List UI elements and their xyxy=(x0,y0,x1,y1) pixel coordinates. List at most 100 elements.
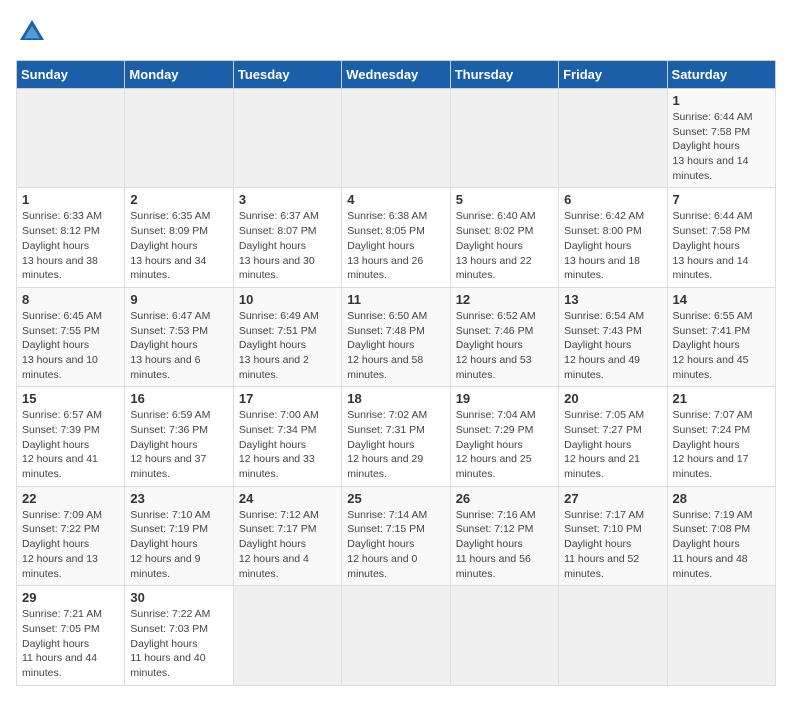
day-number: 13 xyxy=(564,292,661,307)
calendar-day-cell: 14 Sunrise: 6:55 AMSunset: 7:41 PMDayligh… xyxy=(667,287,775,386)
calendar-day-header: Wednesday xyxy=(342,61,450,89)
day-detail: Sunrise: 6:45 AMSunset: 7:55 PMDaylight … xyxy=(22,309,119,382)
day-number: 4 xyxy=(347,192,444,207)
day-detail: Sunrise: 7:07 AMSunset: 7:24 PMDaylight … xyxy=(673,408,770,481)
logo xyxy=(16,16,52,48)
calendar-day-cell: 22 Sunrise: 7:09 AMSunset: 7:22 PMDayligh… xyxy=(17,486,125,585)
day-number: 21 xyxy=(673,391,770,406)
calendar-day-cell: 2Sunrise: 6:35 AMSunset: 8:09 PMDaylight… xyxy=(125,188,233,287)
calendar-day-cell: 7Sunrise: 6:44 AMSunset: 7:58 PMDaylight… xyxy=(667,188,775,287)
day-number: 9 xyxy=(130,292,227,307)
calendar-day-cell: 15Sunrise: 6:57 AMSunset: 7:39 PMDayligh… xyxy=(17,387,125,486)
calendar-day-cell: 27Sunrise: 7:17 AMSunset: 7:10 PMDayligh… xyxy=(559,486,667,585)
day-detail: Sunrise: 6:37 AMSunset: 8:07 PMDaylight … xyxy=(239,209,336,282)
day-number: 11 xyxy=(347,292,444,307)
day-detail: Sunrise: 6:57 AMSunset: 7:39 PMDaylight … xyxy=(22,408,119,481)
calendar-day-cell: 12Sunrise: 6:52 AMSunset: 7:46 PMDayligh… xyxy=(450,287,558,386)
day-detail: Sunrise: 7:19 AMSunset: 7:08 PMDaylight … xyxy=(673,508,770,581)
day-detail: Sunrise: 6:52 AMSunset: 7:46 PMDaylight … xyxy=(456,309,553,382)
day-detail: Sunrise: 6:33 AMSunset: 8:12 PMDaylight … xyxy=(22,209,119,282)
day-detail: Sunrise: 7:02 AMSunset: 7:31 PMDaylight … xyxy=(347,408,444,481)
calendar-day-cell xyxy=(559,586,667,685)
day-number: 27 xyxy=(564,491,661,506)
calendar-day-cell: 11 Sunrise: 6:50 AMSunset: 7:48 PMDayligh… xyxy=(342,287,450,386)
day-number: 1 xyxy=(673,93,770,108)
day-number: 26 xyxy=(456,491,553,506)
day-number: 22 xyxy=(22,491,119,506)
calendar-day-cell: 17 Sunrise: 7:00 AMSunset: 7:34 PMDayligh… xyxy=(233,387,341,486)
calendar-day-cell: 5 Sunrise: 6:40 AMSunset: 8:02 PMDaylight… xyxy=(450,188,558,287)
calendar-day-cell: 28 Sunrise: 7:19 AMSunset: 7:08 PMDayligh… xyxy=(667,486,775,585)
day-detail: Sunrise: 7:22 AMSunset: 7:03 PMDaylight … xyxy=(130,607,227,680)
day-detail: Sunrise: 7:00 AMSunset: 7:34 PMDaylight … xyxy=(239,408,336,481)
day-number: 23 xyxy=(130,491,227,506)
calendar-day-cell xyxy=(233,89,341,188)
day-number: 24 xyxy=(239,491,336,506)
calendar-day-cell: 24 Sunrise: 7:12 AMSunset: 7:17 PMDayligh… xyxy=(233,486,341,585)
calendar-header-row: SundayMondayTuesdayWednesdayThursdayFrid… xyxy=(17,61,776,89)
calendar-day-cell: 23 Sunrise: 7:10 AMSunset: 7:19 PMDayligh… xyxy=(125,486,233,585)
calendar-day-cell: 25Sunrise: 7:14 AMSunset: 7:15 PMDayligh… xyxy=(342,486,450,585)
calendar-day-cell: 8 Sunrise: 6:45 AMSunset: 7:55 PMDaylight… xyxy=(17,287,125,386)
logo-icon xyxy=(16,16,48,48)
calendar-week-row: 22 Sunrise: 7:09 AMSunset: 7:22 PMDayligh… xyxy=(17,486,776,585)
calendar-day-cell xyxy=(342,586,450,685)
day-number: 10 xyxy=(239,292,336,307)
day-detail: Sunrise: 6:42 AMSunset: 8:00 PMDaylight … xyxy=(564,209,661,282)
calendar-day-cell: 21 Sunrise: 7:07 AMSunset: 7:24 PMDayligh… xyxy=(667,387,775,486)
calendar-day-cell xyxy=(17,89,125,188)
calendar-day-header: Sunday xyxy=(17,61,125,89)
day-detail: Sunrise: 6:47 AMSunset: 7:53 PMDaylight … xyxy=(130,309,227,382)
day-number: 6 xyxy=(564,192,661,207)
day-number: 28 xyxy=(673,491,770,506)
calendar-day-header: Monday xyxy=(125,61,233,89)
day-detail: Sunrise: 7:16 AMSunset: 7:12 PMDaylight … xyxy=(456,508,553,581)
calendar-day-cell: 13Sunrise: 6:54 AMSunset: 7:43 PMDayligh… xyxy=(559,287,667,386)
day-number: 1 xyxy=(22,192,119,207)
day-number: 19 xyxy=(456,391,553,406)
calendar-week-row: 29 Sunrise: 7:21 AMSunset: 7:05 PMDayligh… xyxy=(17,586,776,685)
calendar-week-row: 1Sunrise: 6:44 AMSunset: 7:58 PMDaylight… xyxy=(17,89,776,188)
calendar-day-cell: 20 Sunrise: 7:05 AMSunset: 7:27 PMDayligh… xyxy=(559,387,667,486)
day-detail: Sunrise: 6:38 AMSunset: 8:05 PMDaylight … xyxy=(347,209,444,282)
calendar-day-cell xyxy=(233,586,341,685)
calendar-day-cell: 4 Sunrise: 6:38 AMSunset: 8:05 PMDaylight… xyxy=(342,188,450,287)
day-detail: Sunrise: 6:59 AMSunset: 7:36 PMDaylight … xyxy=(130,408,227,481)
calendar-day-cell: 1Sunrise: 6:44 AMSunset: 7:58 PMDaylight… xyxy=(667,89,775,188)
day-number: 16 xyxy=(130,391,227,406)
day-number: 2 xyxy=(130,192,227,207)
day-number: 5 xyxy=(456,192,553,207)
day-detail: Sunrise: 7:21 AMSunset: 7:05 PMDaylight … xyxy=(22,607,119,680)
calendar-day-cell: 16 Sunrise: 6:59 AMSunset: 7:36 PMDayligh… xyxy=(125,387,233,486)
calendar-day-header: Saturday xyxy=(667,61,775,89)
day-number: 18 xyxy=(347,391,444,406)
day-detail: Sunrise: 7:14 AMSunset: 7:15 PMDaylight … xyxy=(347,508,444,581)
calendar-day-cell: 30 Sunrise: 7:22 AMSunset: 7:03 PMDayligh… xyxy=(125,586,233,685)
calendar-day-cell: 1 Sunrise: 6:33 AMSunset: 8:12 PMDaylight… xyxy=(17,188,125,287)
calendar-week-row: 15Sunrise: 6:57 AMSunset: 7:39 PMDayligh… xyxy=(17,387,776,486)
day-number: 20 xyxy=(564,391,661,406)
calendar-day-cell: 19 Sunrise: 7:04 AMSunset: 7:29 PMDayligh… xyxy=(450,387,558,486)
calendar-day-cell: 26 Sunrise: 7:16 AMSunset: 7:12 PMDayligh… xyxy=(450,486,558,585)
day-detail: Sunrise: 7:09 AMSunset: 7:22 PMDaylight … xyxy=(22,508,119,581)
day-number: 14 xyxy=(673,292,770,307)
calendar-day-cell: 6 Sunrise: 6:42 AMSunset: 8:00 PMDaylight… xyxy=(559,188,667,287)
day-detail: Sunrise: 7:10 AMSunset: 7:19 PMDaylight … xyxy=(130,508,227,581)
day-number: 8 xyxy=(22,292,119,307)
day-number: 29 xyxy=(22,590,119,605)
day-detail: Sunrise: 6:50 AMSunset: 7:48 PMDaylight … xyxy=(347,309,444,382)
day-detail: Sunrise: 7:05 AMSunset: 7:27 PMDaylight … xyxy=(564,408,661,481)
day-number: 30 xyxy=(130,590,227,605)
calendar-day-cell xyxy=(342,89,450,188)
calendar-day-cell xyxy=(667,586,775,685)
day-detail: Sunrise: 6:55 AMSunset: 7:41 PMDaylight … xyxy=(673,309,770,382)
day-number: 17 xyxy=(239,391,336,406)
calendar-week-row: 8 Sunrise: 6:45 AMSunset: 7:55 PMDaylight… xyxy=(17,287,776,386)
day-detail: Sunrise: 7:04 AMSunset: 7:29 PMDaylight … xyxy=(456,408,553,481)
day-detail: Sunrise: 6:40 AMSunset: 8:02 PMDaylight … xyxy=(456,209,553,282)
calendar-table: SundayMondayTuesdayWednesdayThursdayFrid… xyxy=(16,60,776,686)
calendar-day-cell xyxy=(559,89,667,188)
day-detail: Sunrise: 6:44 AMSunset: 7:58 PMDaylight … xyxy=(673,209,770,282)
day-number: 3 xyxy=(239,192,336,207)
day-detail: Sunrise: 7:12 AMSunset: 7:17 PMDaylight … xyxy=(239,508,336,581)
